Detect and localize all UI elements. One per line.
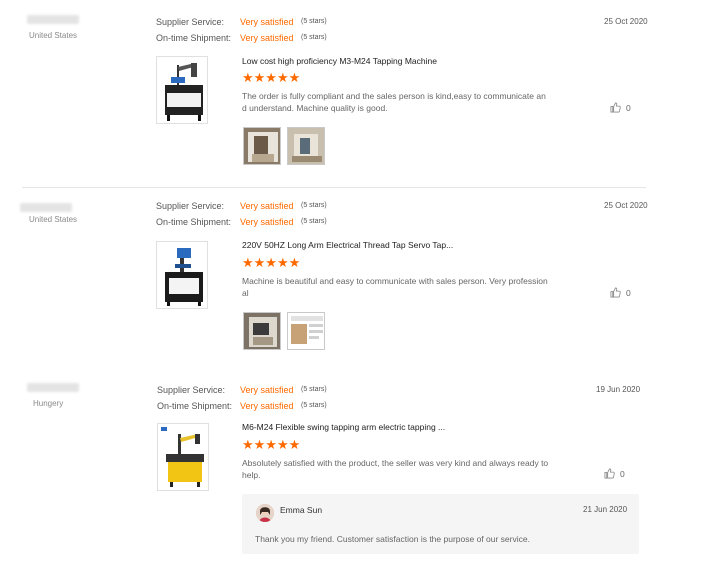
rating-stars: ★★★★★	[242, 437, 301, 452]
shipment-value: Very satisfied	[240, 33, 294, 43]
rating-stars: ★★★★★	[242, 70, 301, 85]
shipment-label: On-time Shipment:	[156, 217, 232, 227]
avatar	[256, 504, 274, 522]
review-text-line: Absolutely satisfied with the product, t…	[242, 458, 549, 468]
supplier-service-stars: (5 stars)	[301, 202, 327, 209]
like-button[interactable]: 0	[610, 102, 631, 113]
rating-stars: ★★★★★	[242, 255, 301, 270]
like-button[interactable]: 0	[604, 468, 625, 479]
reviewer-name-redacted	[20, 203, 72, 212]
reviewer-country: United States	[29, 31, 78, 40]
like-count: 0	[626, 102, 631, 113]
product-title-link[interactable]: Low cost high proficiency M3-M24 Tapping…	[242, 56, 437, 66]
review-text-line: help.	[242, 470, 261, 480]
product-thumbnail[interactable]	[156, 56, 208, 124]
shipment-stars: (5 stars)	[301, 402, 327, 409]
product-thumbnail[interactable]	[156, 241, 208, 309]
shipment-label: On-time Shipment:	[157, 401, 233, 411]
supplier-service-label: Supplier Service:	[156, 201, 225, 211]
shipment-value: Very satisfied	[240, 401, 294, 411]
thumbs-up-icon	[610, 102, 621, 113]
supplier-service-label: Supplier Service:	[156, 17, 225, 27]
review-text-line: The order is fully compliant and the sal…	[242, 91, 546, 101]
review-card: United States Supplier Service: Very sat…	[0, 0, 727, 187]
review-text-line: Machine is beautiful and easy to communi…	[242, 276, 548, 286]
product-title-link[interactable]: 220V 50HZ Long Arm Electrical Thread Tap…	[242, 240, 453, 250]
review-card: United States Supplier Service: Very sat…	[0, 187, 727, 363]
review-text: Machine is beautiful and easy to communi…	[242, 275, 572, 299]
review-photo[interactable]	[287, 312, 325, 350]
review-date: 19 Jun 2020	[596, 385, 641, 394]
reviewer-name-redacted	[27, 383, 79, 392]
product-title-link[interactable]: M6-M24 Flexible swing tapping arm electr…	[242, 422, 445, 432]
review-photo[interactable]	[243, 127, 281, 165]
review-photo[interactable]	[243, 312, 281, 350]
supplier-service-value: Very satisfied	[240, 17, 294, 27]
shipment-label: On-time Shipment:	[156, 33, 232, 43]
like-count: 0	[626, 287, 631, 298]
product-thumbnail[interactable]	[157, 423, 209, 491]
review-card: Hungery Supplier Service: Very satisfied…	[0, 363, 727, 579]
review-date: 25 Oct 2020	[604, 17, 648, 26]
reply-date: 21 Jun 2020	[583, 505, 628, 514]
seller-reply: Emma Sun 21 Jun 2020 Thank you my friend…	[242, 494, 639, 554]
supplier-service-label: Supplier Service:	[157, 385, 226, 395]
review-text-line: d understand. Machine quality is good.	[242, 103, 388, 113]
shipment-value: Very satisfied	[240, 217, 294, 227]
reply-author-name: Emma Sun	[280, 505, 323, 515]
supplier-service-stars: (5 stars)	[301, 386, 327, 393]
reviewer-country: Hungery	[33, 399, 64, 408]
reviewer-country: United States	[29, 215, 78, 224]
supplier-service-stars: (5 stars)	[301, 18, 327, 25]
supplier-service-value: Very satisfied	[240, 385, 294, 395]
review-date: 25 Oct 2020	[604, 201, 648, 210]
reviewer-name-redacted	[27, 15, 79, 24]
review-photo[interactable]	[287, 127, 325, 165]
thumbs-up-icon	[604, 468, 615, 479]
supplier-service-value: Very satisfied	[240, 201, 294, 211]
like-button[interactable]: 0	[610, 287, 631, 298]
shipment-stars: (5 stars)	[301, 34, 327, 41]
shipment-stars: (5 stars)	[301, 218, 327, 225]
review-text: The order is fully compliant and the sal…	[242, 90, 572, 114]
reply-text: Thank you my friend. Customer satisfacti…	[255, 534, 530, 544]
review-text-line: al	[242, 288, 249, 298]
like-count: 0	[620, 468, 625, 479]
thumbs-up-icon	[610, 287, 621, 298]
review-text: Absolutely satisfied with the product, t…	[242, 457, 572, 481]
